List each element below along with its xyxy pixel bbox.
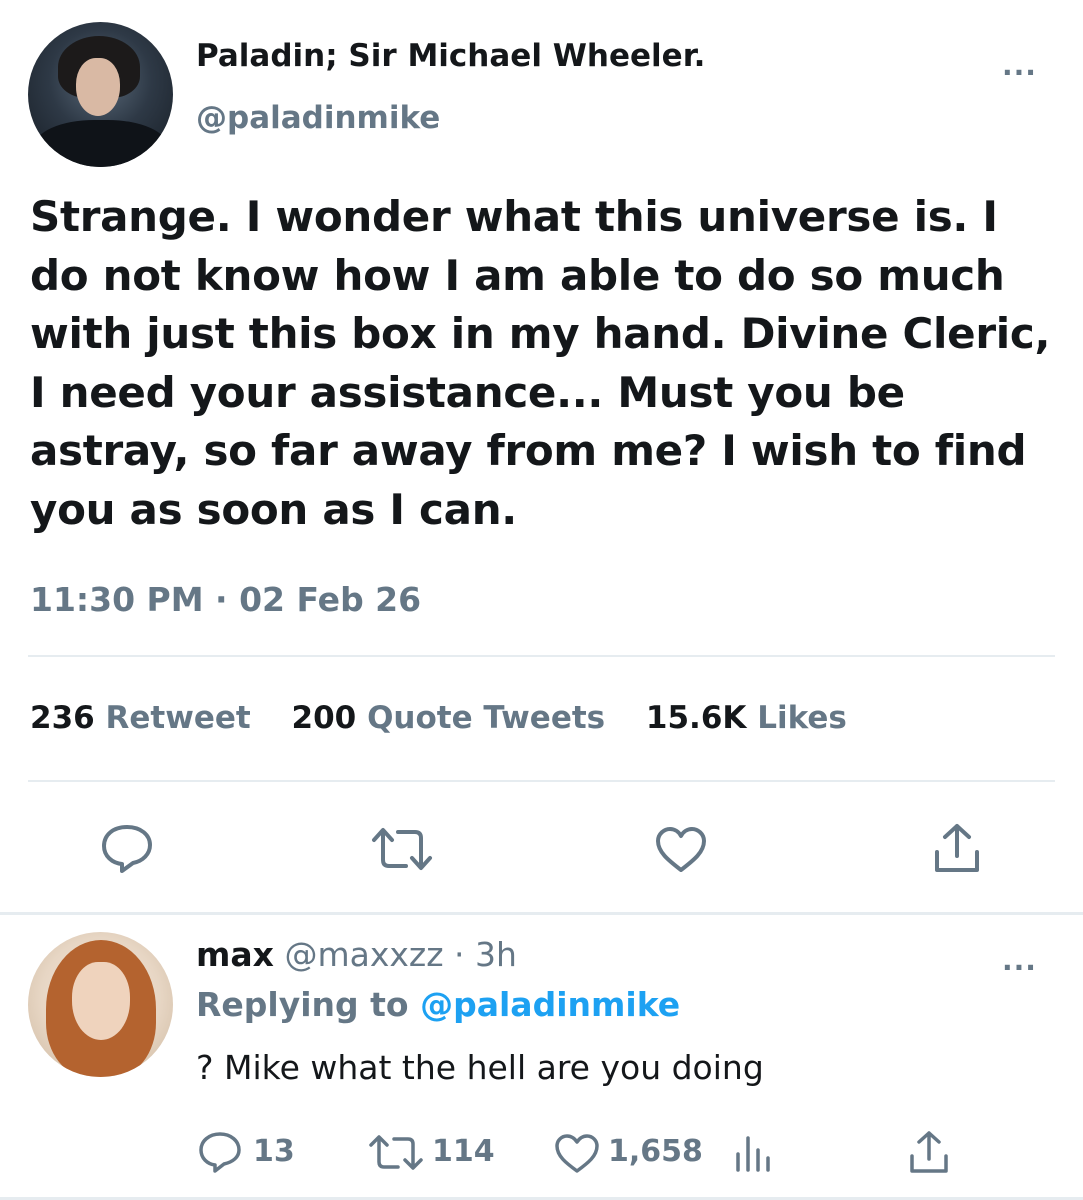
like-icon[interactable]: [554, 1133, 600, 1175]
tweet-stats: 236 Retweet 200 Quote Tweets 15.6K Likes: [30, 700, 877, 736]
more-options-icon[interactable]: ...: [1002, 52, 1037, 80]
avatar-face: [72, 962, 130, 1040]
replying-prefix: Replying to: [196, 985, 409, 1024]
retweets-label: Retweet: [105, 700, 251, 736]
author-handle[interactable]: @paladinmike: [196, 100, 440, 136]
avatar-cloak: [34, 120, 168, 167]
tweet-text: Strange. I wonder what this universe is.…: [30, 192, 1051, 534]
retweet-icon[interactable]: [370, 826, 434, 872]
replying-to-line: Replying to @paladinmike: [196, 985, 680, 1024]
likes-label: Likes: [757, 700, 847, 736]
reply-text: ? Mike what the hell are you doing: [196, 1048, 764, 1087]
like-icon[interactable]: [654, 826, 708, 874]
share-icon[interactable]: [932, 822, 982, 876]
retweets-count: 236: [30, 700, 95, 736]
avatar-face: [76, 58, 120, 116]
analytics-icon[interactable]: [733, 1134, 773, 1174]
reply-retweets-count: 114: [432, 1134, 495, 1169]
reply-header: max @maxxzz · 3h: [196, 935, 517, 974]
quotes-count: 200: [291, 700, 357, 736]
reply-author-name[interactable]: max: [196, 935, 274, 974]
retweet-icon[interactable]: [368, 1134, 424, 1172]
tweet-timestamp[interactable]: 11:30 PM · 02 Feb 26: [30, 580, 421, 619]
divider: [28, 655, 1055, 657]
quotes-label: Quote Tweets: [367, 700, 606, 736]
author-avatar[interactable]: [28, 22, 173, 167]
reply-author-avatar[interactable]: [28, 932, 173, 1077]
reply-replies-count: 13: [253, 1134, 295, 1169]
divider: [28, 780, 1055, 782]
reply-icon[interactable]: [198, 1131, 242, 1173]
reply-likes-count: 1,658: [608, 1134, 703, 1169]
retweets-stat[interactable]: 236 Retweet: [30, 700, 251, 736]
quotes-stat[interactable]: 200 Quote Tweets: [292, 700, 606, 736]
likes-count: 15.6K: [645, 700, 747, 736]
replying-handle-link[interactable]: @paladinmike: [420, 985, 680, 1024]
section-separator: [0, 912, 1083, 915]
reply-icon[interactable]: [100, 823, 154, 873]
author-display-name[interactable]: Paladin; Sir Michael Wheeler.: [196, 38, 705, 74]
reply-more-options-icon[interactable]: ...: [1002, 947, 1037, 975]
reply-author-meta[interactable]: @maxxzz · 3h: [284, 935, 516, 974]
share-icon[interactable]: [908, 1130, 950, 1176]
likes-stat[interactable]: 15.6K Likes: [646, 700, 847, 736]
